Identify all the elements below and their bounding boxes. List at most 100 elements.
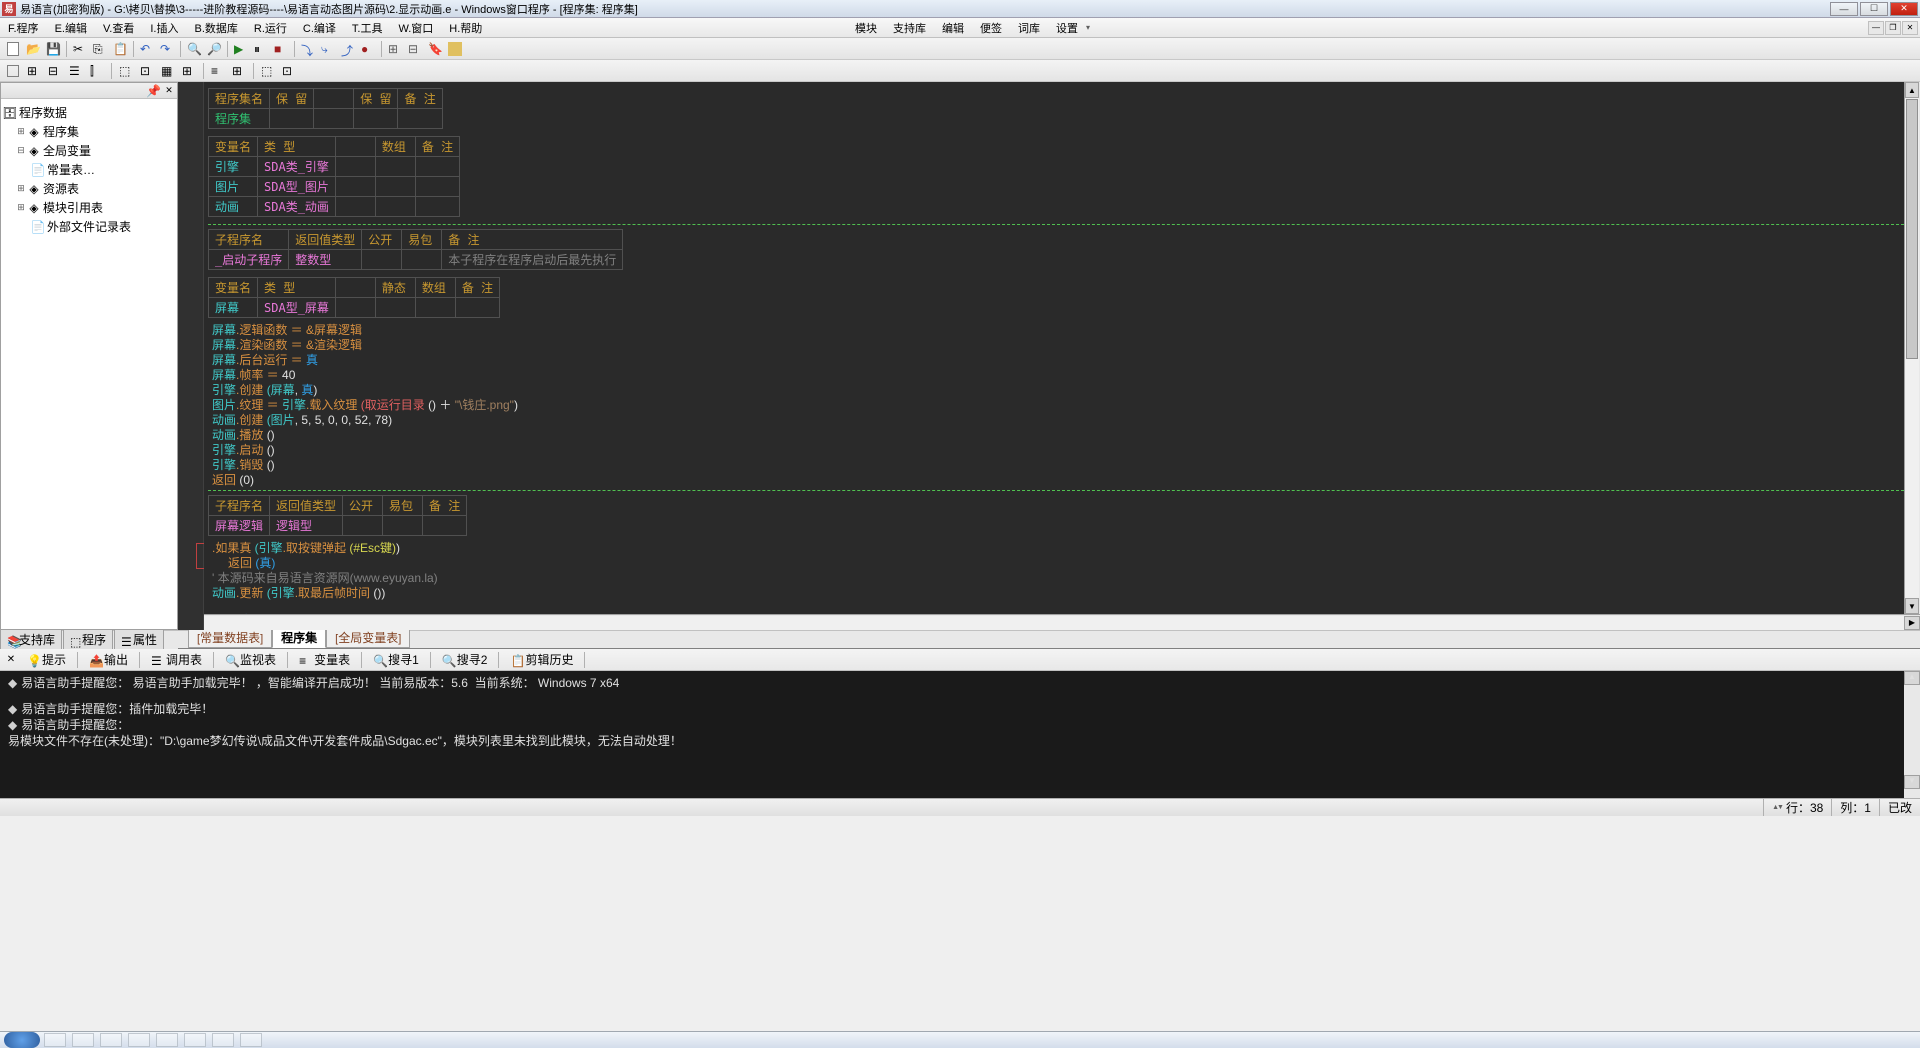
- tb-redo[interactable]: ↷: [158, 40, 176, 58]
- outtab-output[interactable]: 📤输出: [82, 648, 135, 671]
- start-button[interactable]: [4, 1032, 40, 1048]
- taskbar-item[interactable]: [212, 1033, 234, 1047]
- menu-help[interactable]: H.帮助: [441, 20, 490, 36]
- project-tree[interactable]: 🗄 程序数据 ⊞◈ 程序集 ⊟◈ 全局变量 📄 常量表… ⊞◈ 资源表 ⊞◈ 模: [1, 99, 177, 629]
- taskbar-item[interactable]: [128, 1033, 150, 1047]
- tb2-10[interactable]: ≡: [209, 62, 227, 80]
- menu-database[interactable]: B.数据库: [186, 20, 245, 36]
- menu2-support[interactable]: 支持库: [885, 20, 934, 36]
- tb2-9[interactable]: ⊞: [180, 62, 198, 80]
- menu-program[interactable]: F.程序: [0, 20, 47, 36]
- edtab-programset[interactable]: 程序集: [272, 627, 326, 648]
- tb-misc[interactable]: [446, 40, 464, 58]
- tb-bookmark[interactable]: 🔖: [426, 40, 444, 58]
- outtab-vartable[interactable]: ≡变量表: [292, 648, 357, 671]
- tb2-11[interactable]: ⊞: [230, 62, 248, 80]
- tb2-4[interactable]: ☰: [67, 62, 85, 80]
- tb2-7[interactable]: ⊡: [138, 62, 156, 80]
- tb-new[interactable]: [4, 40, 22, 58]
- tree-node-resource[interactable]: ⊞◈ 资源表: [3, 179, 175, 198]
- tb-cut[interactable]: ✂: [71, 40, 89, 58]
- menu2-edit[interactable]: 编辑: [934, 20, 972, 36]
- tb2-6[interactable]: ⬚: [117, 62, 135, 80]
- tb2-3[interactable]: ⊟: [46, 62, 64, 80]
- taskbar-item[interactable]: [240, 1033, 262, 1047]
- output-body[interactable]: 易语言助手提醒您： 易语言助手加载完毕！ ，智能编译开启成功！ 当前易版本：5.…: [0, 671, 1920, 798]
- outtab-calltable[interactable]: ☰调用表: [144, 648, 209, 671]
- edtab-const[interactable]: [常量数据表]: [188, 627, 272, 648]
- sidetab-support[interactable]: 📚支持库: [0, 629, 62, 649]
- tb-stepin[interactable]: ⤷: [319, 40, 337, 58]
- mdi-minimize[interactable]: —: [1868, 21, 1884, 35]
- taskbar-item[interactable]: [156, 1033, 178, 1047]
- taskbar-item[interactable]: [72, 1033, 94, 1047]
- outtab-clip[interactable]: 📋剪辑历史: [503, 648, 580, 671]
- tb-undo[interactable]: ↶: [138, 40, 156, 58]
- tb-stop[interactable]: ■: [272, 40, 290, 58]
- scroll-down-icon[interactable]: ▼: [1905, 598, 1919, 614]
- scroll-right-icon[interactable]: ▶: [1904, 616, 1920, 630]
- code-hscroll[interactable]: ◀ ▶: [178, 614, 1920, 630]
- tb2-2[interactable]: ⊞: [25, 62, 43, 80]
- maximize-button[interactable]: ☐: [1860, 2, 1888, 16]
- tree-label: 资源表: [43, 180, 79, 197]
- tb2-12[interactable]: ⬚: [259, 62, 277, 80]
- menu-tools[interactable]: T.工具: [344, 20, 391, 36]
- tb-pause[interactable]: ⏸: [252, 40, 270, 58]
- mdi-restore[interactable]: ❐: [1885, 21, 1901, 35]
- tb2-5[interactable]: ⫿: [88, 62, 106, 80]
- tb-comment[interactable]: ⊞: [386, 40, 404, 58]
- menu2-settings[interactable]: 设置: [1048, 20, 1086, 36]
- taskbar-item[interactable]: [184, 1033, 206, 1047]
- tb-open[interactable]: 📂: [24, 40, 42, 58]
- tb-stepout[interactable]: ⤴: [339, 40, 357, 58]
- outtab-search1[interactable]: 🔍搜寻1: [366, 648, 426, 671]
- close-button[interactable]: ✕: [1890, 2, 1918, 16]
- tb-stepover[interactable]: ⤵: [299, 40, 317, 58]
- tb2-8[interactable]: ▦: [159, 62, 177, 80]
- outtab-hint[interactable]: 💡提示: [20, 648, 73, 671]
- tb-find[interactable]: 🔍: [185, 40, 203, 58]
- tb-breakpoint[interactable]: ●: [359, 40, 377, 58]
- tb-findnext[interactable]: 🔎: [205, 40, 223, 58]
- edtab-globalvar[interactable]: [全局变量表]: [326, 627, 410, 648]
- sidetab-program[interactable]: ⬚程序: [63, 629, 113, 649]
- sidebar-pin-icon[interactable]: 📌: [146, 84, 161, 98]
- code-editor[interactable]: 程序集名保 留保 留备 注 程序集 变量名类 型数组备 注 引擎SDA类_引擎 …: [178, 82, 1920, 630]
- tree-root[interactable]: 🗄 程序数据: [3, 103, 175, 122]
- code-vscroll[interactable]: ▲ ▼: [1904, 82, 1920, 614]
- tb-run[interactable]: ▶: [232, 40, 250, 58]
- menu-insert[interactable]: I.插入: [142, 20, 186, 36]
- tree-node-extfile[interactable]: 📄 外部文件记录表: [3, 217, 175, 236]
- tree-node-const[interactable]: 📄 常量表…: [3, 160, 175, 179]
- tree-node-globalvar[interactable]: ⊟◈ 全局变量: [3, 141, 175, 160]
- code-scroll[interactable]: 程序集名保 留保 留备 注 程序集 变量名类 型数组备 注 引擎SDA类_引擎 …: [178, 82, 1904, 614]
- tb2-13[interactable]: ⊡: [280, 62, 298, 80]
- tb-paste[interactable]: 📋: [111, 40, 129, 58]
- outtab-search2[interactable]: 🔍搜寻2: [435, 648, 495, 671]
- menu-compile[interactable]: C.编译: [295, 20, 344, 36]
- tb-save[interactable]: 💾: [44, 40, 62, 58]
- menu2-dict[interactable]: 词库: [1010, 20, 1048, 36]
- scroll-up-icon[interactable]: ▲: [1905, 82, 1919, 98]
- sidebar-close-icon[interactable]: ✕: [163, 85, 175, 97]
- minimize-button[interactable]: —: [1830, 2, 1858, 16]
- tb-uncomment[interactable]: ⊟: [406, 40, 424, 58]
- tb-copy[interactable]: ⎘: [91, 40, 109, 58]
- menu2-module[interactable]: 模块: [847, 20, 885, 36]
- output-vscroll[interactable]: ▲ ▼: [1904, 671, 1920, 798]
- menu2-note[interactable]: 便签: [972, 20, 1010, 36]
- output-close-icon[interactable]: ✕: [4, 653, 18, 667]
- taskbar-item[interactable]: [44, 1033, 66, 1047]
- menu-run[interactable]: R.运行: [246, 20, 295, 36]
- sidetab-props[interactable]: ☰属性: [114, 629, 164, 649]
- mdi-close[interactable]: ✕: [1902, 21, 1918, 35]
- menu-view[interactable]: V.查看: [95, 20, 142, 36]
- tree-node-moduleref[interactable]: ⊞◈ 模块引用表: [3, 198, 175, 217]
- menu-edit[interactable]: E.编辑: [47, 20, 95, 36]
- menu-window[interactable]: W.窗口: [390, 20, 441, 36]
- outtab-watch[interactable]: 🔍监视表: [218, 648, 283, 671]
- tb2-1[interactable]: [4, 62, 22, 80]
- tree-node-programset[interactable]: ⊞◈ 程序集: [3, 122, 175, 141]
- taskbar-item[interactable]: [100, 1033, 122, 1047]
